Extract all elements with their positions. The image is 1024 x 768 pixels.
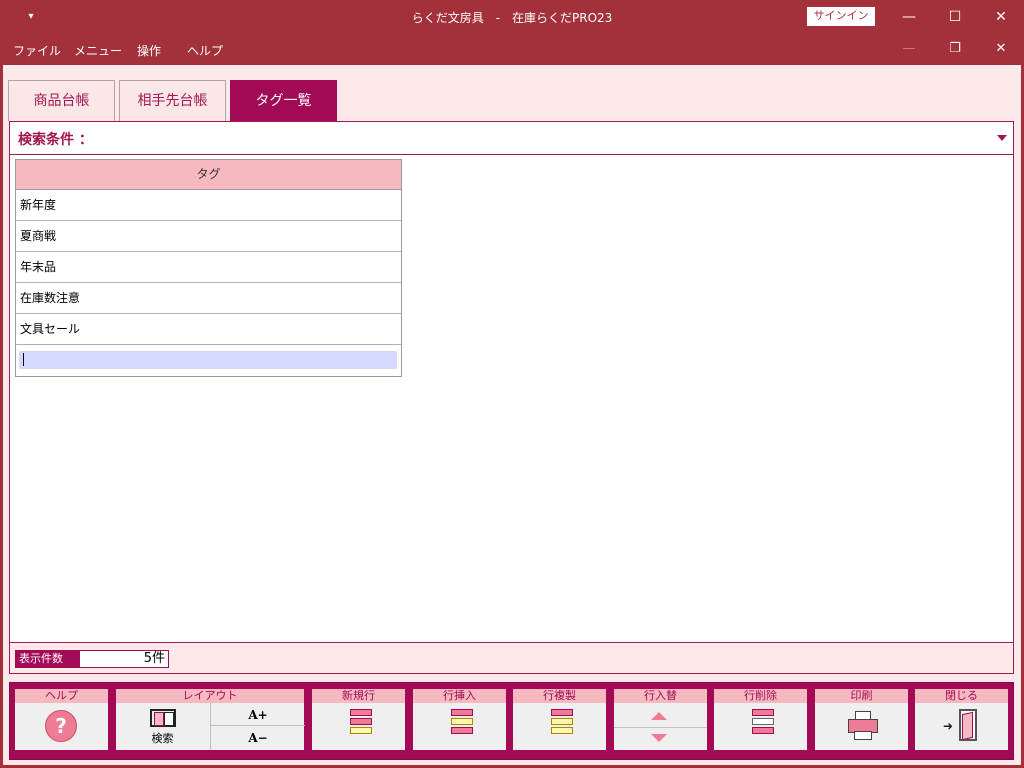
- signin-button[interactable]: サインイン: [807, 7, 875, 26]
- layout-search-label: 検索: [151, 732, 174, 745]
- swap-row-label: 行入替: [614, 689, 707, 703]
- font-increase-button[interactable]: A+: [211, 704, 305, 726]
- print-button[interactable]: 印刷: [815, 689, 908, 750]
- insert-row-label: 行挿入: [413, 689, 506, 703]
- minimize-icon[interactable]: —: [886, 4, 932, 30]
- menu-file[interactable]: ファイル: [13, 42, 61, 59]
- content-area: タグ 新年度 夏商戦 年末品 在庫数注意 文具セール: [9, 155, 1014, 643]
- help-label: ヘルプ: [15, 689, 108, 703]
- new-row[interactable]: [16, 345, 401, 376]
- title-bar: ▾ らくだ文房具 - 在庫らくだPRO23 サインイン — ☐ ✕: [0, 0, 1024, 34]
- insert-row-icon: [451, 709, 473, 739]
- delete-row-label: 行削除: [714, 689, 807, 703]
- mdi-restore-icon[interactable]: ❐: [932, 36, 978, 62]
- bottom-toolbar: ヘルプ ? レイアウト 検索 A+ A− 新規行 行挿入 行複製 行入替 行削除…: [9, 682, 1014, 760]
- maximize-icon[interactable]: ☐: [932, 4, 978, 30]
- new-row-button[interactable]: 新規行: [312, 689, 405, 750]
- new-row-icon: [350, 709, 372, 739]
- tab-tag-list[interactable]: タグ一覧: [230, 80, 337, 121]
- menu-menu[interactable]: メニュー: [74, 42, 122, 59]
- help-button[interactable]: ヘルプ ?: [15, 689, 108, 750]
- question-icon: ?: [45, 710, 77, 742]
- main-panel: 商品台帳 相手先台帳 タグ一覧 検索条件 ： タグ 新年度 夏商戦 年末品 在庫…: [3, 65, 1021, 765]
- font-size-group: A+ A−: [210, 703, 305, 750]
- swap-divider: [614, 727, 707, 728]
- layout-panel-icon: [150, 709, 176, 727]
- tag-grid: タグ 新年度 夏商戦 年末品 在庫数注意 文具セール: [15, 159, 402, 377]
- menu-operation[interactable]: 操作: [137, 42, 161, 59]
- close-label: 閉じる: [915, 689, 1008, 703]
- close-icon[interactable]: ✕: [978, 4, 1024, 30]
- move-row-down-icon[interactable]: [651, 734, 667, 742]
- table-row[interactable]: 在庫数注意: [16, 283, 401, 314]
- count-label: 表示件数: [15, 650, 79, 668]
- print-label: 印刷: [815, 689, 908, 703]
- copy-row-label: 行複製: [513, 689, 606, 703]
- delete-row-icon: [752, 709, 774, 739]
- close-button[interactable]: 閉じる ➜: [915, 689, 1008, 750]
- layout-search-button[interactable]: 検索: [116, 703, 209, 750]
- menu-help[interactable]: ヘルプ: [187, 42, 223, 59]
- font-decrease-button[interactable]: A−: [211, 727, 305, 749]
- menu-bar: ファイル メニュー 操作 ヘルプ: [0, 34, 1024, 65]
- grid-header-tag[interactable]: タグ: [16, 160, 401, 190]
- printer-icon: [848, 711, 878, 741]
- exit-arrow-icon: ➜: [943, 719, 954, 733]
- mdi-minimize-icon[interactable]: —: [886, 36, 932, 62]
- swap-row-group: 行入替: [614, 689, 707, 750]
- copy-row-icon: [551, 709, 573, 739]
- chevron-down-icon[interactable]: [997, 135, 1007, 141]
- delete-row-button[interactable]: 行削除: [714, 689, 807, 750]
- table-row[interactable]: 新年度: [16, 190, 401, 221]
- table-row[interactable]: 夏商戦: [16, 221, 401, 252]
- insert-row-button[interactable]: 行挿入: [413, 689, 506, 750]
- tab-product-ledger[interactable]: 商品台帳: [8, 80, 115, 121]
- search-conditions-label: 検索条件 ：: [18, 132, 93, 148]
- copy-row-button[interactable]: 行複製: [513, 689, 606, 750]
- table-row[interactable]: 年末品: [16, 252, 401, 283]
- mdi-close-icon[interactable]: ✕: [978, 36, 1024, 62]
- new-tag-input[interactable]: [19, 351, 397, 369]
- count-value: 5件: [79, 650, 169, 668]
- layout-label: レイアウト: [116, 689, 304, 703]
- layout-group: レイアウト 検索 A+ A−: [116, 689, 305, 750]
- new-row-label: 新規行: [312, 689, 405, 703]
- search-conditions-bar[interactable]: 検索条件 ：: [9, 121, 1014, 155]
- status-line: 表示件数 5件: [9, 643, 1014, 674]
- text-caret: [23, 353, 24, 366]
- door-icon: [959, 709, 977, 741]
- move-row-up-icon[interactable]: [651, 712, 667, 720]
- tab-partner-ledger[interactable]: 相手先台帳: [119, 80, 226, 121]
- table-row[interactable]: 文具セール: [16, 314, 401, 345]
